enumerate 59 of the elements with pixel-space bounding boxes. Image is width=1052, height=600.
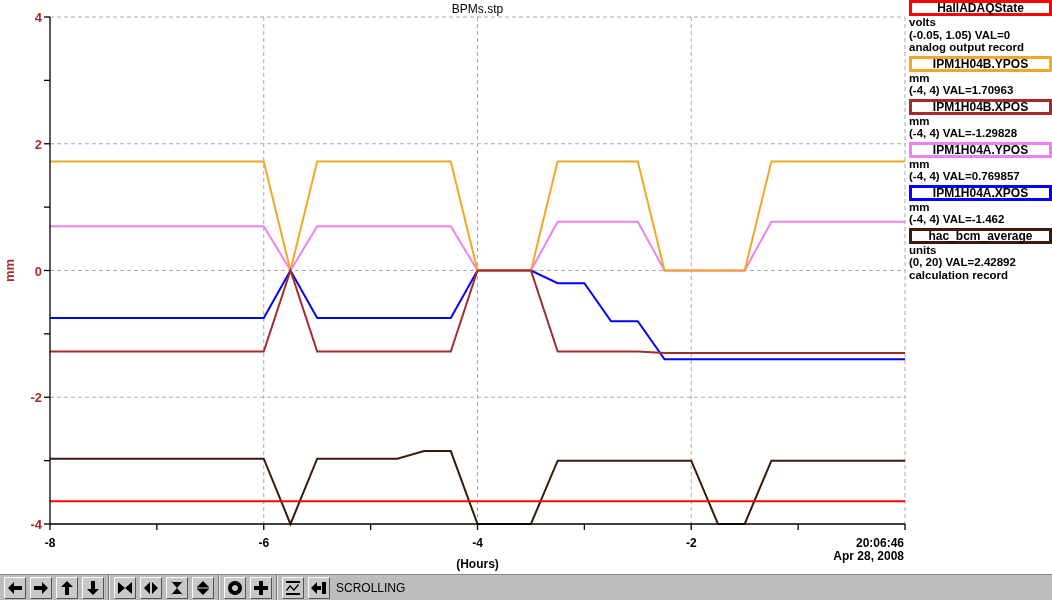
zoom-out-vertical-icon	[197, 580, 209, 595]
toolbar-button[interactable]	[82, 576, 104, 599]
graph-icon	[286, 580, 300, 595]
y-tick-label: -2	[30, 390, 42, 406]
toolbar-button[interactable]	[192, 576, 214, 599]
legend-label[interactable]: IPM1H04A.YPOS	[909, 141, 1052, 158]
legend-text: calculation record	[909, 268, 1010, 281]
legend-text: (-4, 4) VAL=0.769857	[909, 170, 1021, 183]
x-axis-label: (Hours)	[456, 557, 499, 571]
y-tick-label: 0	[34, 263, 42, 279]
x-tick-label: -8	[44, 536, 56, 550]
up-arrow-icon	[61, 580, 73, 595]
toolbar-button[interactable]	[282, 576, 304, 599]
toolbar-button[interactable]	[250, 576, 272, 599]
y-tick-label: -4	[30, 517, 42, 532]
chart-title: BPMs.stp	[451, 2, 504, 16]
toolbar-button[interactable]	[224, 576, 246, 599]
legend-label[interactable]: IPM1H04B.XPOS	[909, 98, 1052, 115]
toolbar-button[interactable]	[140, 576, 162, 599]
legend-text: (-0.05, 1.05) VAL=0	[909, 28, 1012, 41]
toolbar-button[interactable]	[166, 576, 188, 599]
status-text: SCROLLING	[336, 580, 406, 595]
legend-label[interactable]: IPM1H04B.YPOS	[909, 55, 1052, 72]
zoom-in-horizontal-icon	[118, 581, 132, 594]
legend-label[interactable]: HallADAQState	[909, 0, 1052, 16]
toolbar-button[interactable]	[30, 576, 52, 599]
toolbar-button[interactable]	[56, 576, 78, 599]
legend-text: (0, 20) VAL=2.42892	[909, 256, 1017, 269]
x-tick-label: -6	[258, 536, 270, 550]
y-tick-label: 4	[34, 10, 42, 25]
legend-text: volts	[909, 16, 937, 29]
right-arrow-icon	[34, 581, 48, 594]
legend-label[interactable]: hac_bcm_average	[909, 227, 1052, 244]
zoom-out-horizontal-icon	[144, 581, 158, 594]
left-arrow-bar-icon	[311, 581, 326, 594]
ring-icon	[228, 580, 242, 595]
y-axis-label: mm	[2, 258, 17, 283]
date-label: Apr 28, 2008	[833, 549, 904, 563]
legend-text: analog output record	[909, 41, 1025, 54]
legend-text: (-4, 4) VAL=1.70963	[909, 84, 1015, 97]
x-tick-label: -2	[685, 536, 697, 550]
legend-label[interactable]: IPM1H04A.XPOS	[909, 184, 1052, 201]
toolbar-button[interactable]	[4, 576, 26, 599]
legend-text: (-4, 4) VAL=-1.29828	[909, 127, 1019, 140]
legend-text: mm	[909, 157, 931, 170]
legend-text: mm	[909, 114, 931, 127]
toolbar-button[interactable]	[308, 576, 330, 599]
plus-icon	[254, 580, 268, 595]
y-tick-label: 2	[34, 136, 42, 152]
left-arrow-icon	[8, 581, 22, 594]
legend-text: units	[909, 243, 938, 256]
legend-text: (-4, 4) VAL=-1.462	[909, 213, 1006, 226]
legend-text: mm	[909, 71, 931, 84]
time-label: 20:06:46	[855, 536, 904, 550]
x-tick-label: -4	[472, 536, 483, 550]
toolbar-button[interactable]	[114, 576, 136, 599]
down-arrow-icon	[87, 580, 99, 595]
zoom-in-vertical-icon	[171, 580, 183, 595]
legend-text: mm	[909, 200, 931, 213]
